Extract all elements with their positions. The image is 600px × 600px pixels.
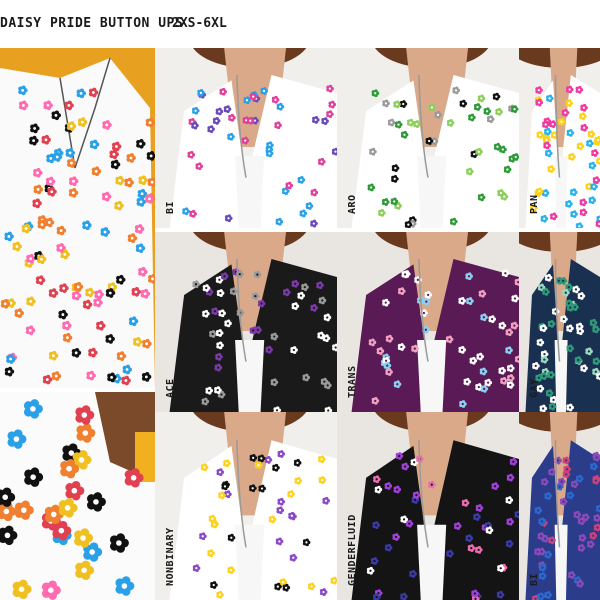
- variant-label: TRANS: [347, 365, 358, 398]
- variant-photo-ace: ACE: [155, 232, 337, 412]
- left-shirt-photo: [0, 48, 155, 388]
- left-shirt-closeup: [0, 392, 155, 600]
- variant-photo-trans: TRANS: [337, 232, 519, 412]
- variant-label: ARO: [347, 194, 358, 214]
- page-title: DAISY PRIDE BUTTON UPS: [0, 16, 184, 31]
- variant-photo-bi: BI: [519, 412, 600, 600]
- variant-photo-pan: PAN: [519, 48, 600, 228]
- variant-label: GENDERFLUID: [347, 514, 358, 586]
- variant-label: NONBINARY: [165, 527, 176, 586]
- variant-photo-gay: GAY: [519, 232, 600, 412]
- variant-photo-bi: BI: [155, 48, 337, 228]
- variant-label: GAY: [529, 378, 540, 398]
- header: DAISY PRIDE BUTTON UPS 2XS-6XL: [0, 0, 600, 48]
- variant-photo-genderfluid: GENDERFLUID: [337, 412, 519, 600]
- variant-photo-aro: ARO: [337, 48, 519, 228]
- variant-label: BI: [529, 572, 540, 586]
- variant-photo-nonbinary: NONBINARY: [155, 412, 337, 600]
- size-range: 2XS-6XL: [172, 16, 227, 31]
- variant-label: BI: [165, 200, 176, 214]
- variant-label: ACE: [165, 378, 176, 398]
- variant-label: PAN: [529, 194, 540, 214]
